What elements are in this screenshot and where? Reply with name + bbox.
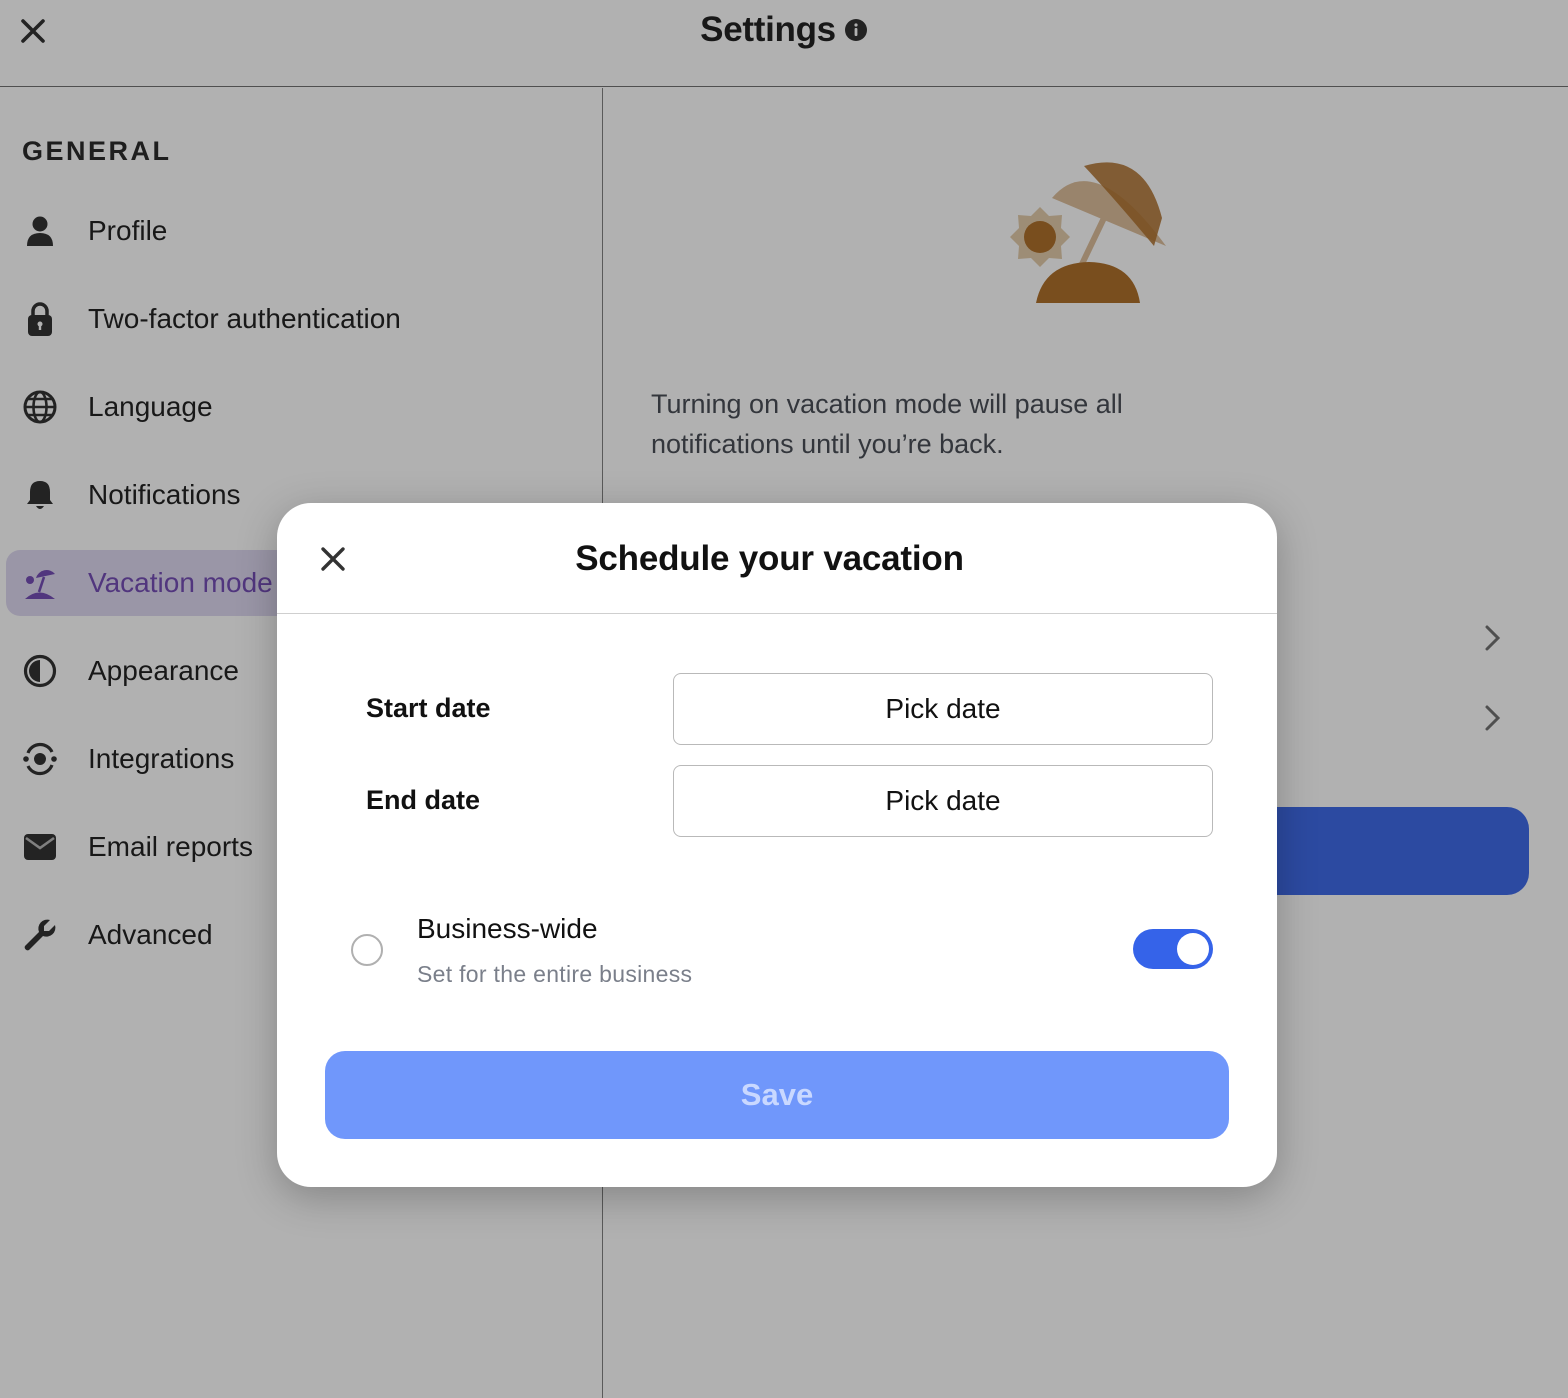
start-date-label: Start date: [366, 693, 491, 723]
business-wide-title: Business-wide: [417, 913, 598, 944]
business-wide-radio[interactable]: [351, 934, 383, 966]
save-button[interactable]: Save: [325, 1051, 1229, 1139]
toggle-knob: [1177, 933, 1209, 965]
business-wide-toggle[interactable]: [1133, 929, 1213, 969]
start-date-picker[interactable]: Pick date: [673, 673, 1213, 745]
business-wide-subtitle: Set for the entire business: [417, 961, 693, 987]
modal-title: Schedule your vacation: [575, 539, 964, 578]
end-date-label: End date: [366, 785, 481, 815]
end-date-picker[interactable]: Pick date: [673, 765, 1213, 837]
modal-header: Schedule your vacation: [277, 503, 1277, 614]
schedule-vacation-modal: Schedule your vacation Start date Pick d…: [277, 503, 1277, 1187]
